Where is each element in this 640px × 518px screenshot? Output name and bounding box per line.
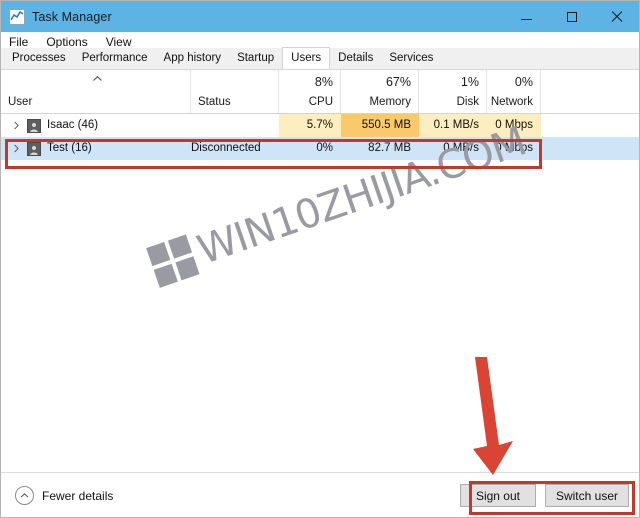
chevron-up-icon [20,493,29,498]
table-row[interactable]: Test (16) Disconnected 0% 82.7 MB 0 MB/s… [1,137,639,160]
row-cpu: 5.7% [279,114,341,137]
maximize-button[interactable] [549,1,594,32]
column-header-cpu-label: CPU [308,96,333,108]
column-header-user[interactable]: User [1,70,191,113]
column-header-user-label: User [8,96,33,108]
row-disk: 0.1 MB/s [419,114,487,137]
window-title: Task Manager [32,9,112,24]
column-header-network-label: Network [490,96,533,108]
row-disk-value: 0 MB/s [443,142,479,154]
row-memory: 550.5 MB [341,114,419,137]
close-button[interactable] [594,1,639,32]
column-header-disk[interactable]: 1% Disk [419,70,487,113]
row-memory-value: 550.5 MB [361,119,411,131]
user-account-icon [27,119,41,133]
tab-strip: Processes Performance App history Startu… [1,47,639,70]
fewer-details-label: Fewer details [42,489,113,503]
window-controls [504,1,639,32]
row-disk: 0 MB/s [419,137,487,160]
network-total-percent: 0% [514,75,533,89]
row-user-name: Test (16) [47,142,92,154]
tab-users[interactable]: Users [282,47,331,69]
row-cpu: 0% [279,137,341,160]
close-icon [611,11,623,23]
minimize-icon [521,18,532,20]
maximize-icon [566,11,577,22]
user-account-icon [27,142,41,156]
column-header-cpu[interactable]: 8% CPU [279,70,341,113]
user-account-glyph [30,146,38,155]
row-status: Disconnected [191,142,261,154]
row-disk-value: 0.1 MB/s [433,119,479,131]
task-manager-window: Task Manager File Options View Processes… [0,0,640,518]
column-header-network[interactable]: 0% Network [487,70,541,113]
users-table: User Status 8% CPU 67% Memory 1% Disk 0%… [1,70,639,473]
row-network-value: 0 Mbps [495,119,533,131]
switch-user-button[interactable]: Switch user [544,484,629,507]
row-memory-value: 82.7 MB [368,142,411,154]
column-header-disk-label: Disk [456,96,479,108]
chevron-right-icon [13,144,19,153]
row-expander[interactable] [9,114,23,137]
row-expander[interactable] [9,137,23,160]
footer-buttons: Sign out Switch user [459,484,629,507]
cpu-total-percent: 8% [314,75,333,89]
row-network: 0 Mbps [487,114,541,137]
row-status [191,114,279,137]
tab-details[interactable]: Details [330,48,382,69]
tab-performance[interactable]: Performance [73,48,156,69]
chevron-up-circle-icon [15,486,34,505]
user-account-glyph [30,123,38,132]
row-memory: 82.7 MB [341,137,419,160]
disk-total-percent: 1% [460,75,479,89]
column-header-status-label: Status [198,96,231,108]
task-manager-chart-icon [9,8,25,25]
table-row[interactable]: Isaac (46) 5.7% 550.5 MB 0.1 MB/s 0 Mbps [1,114,639,137]
column-header-memory[interactable]: 67% Memory [341,70,419,113]
chevron-up-icon [93,76,102,81]
tab-startup[interactable]: Startup [229,48,283,69]
tab-app-history[interactable]: App history [155,48,230,69]
fewer-details-button[interactable]: Fewer details [15,486,113,505]
row-network: 0 Mbps [487,137,541,160]
title-bar: Task Manager [1,1,639,32]
chevron-right-icon [13,121,19,130]
table-header-row: User Status 8% CPU 67% Memory 1% Disk 0%… [1,70,639,114]
sign-out-button[interactable]: Sign out [459,484,536,507]
footer-bar: Fewer details Sign out Switch user [1,472,639,517]
tab-services[interactable]: Services [381,48,442,69]
row-cpu-value: 5.7% [306,119,333,131]
chart-icon-glyph [11,10,23,20]
memory-total-percent: 67% [385,75,411,89]
row-cpu-value: 0% [316,142,333,154]
column-header-memory-label: Memory [369,96,411,108]
tab-processes[interactable]: Processes [4,48,74,69]
row-network-value: 0 Mbps [495,142,533,154]
minimize-button[interactable] [504,1,549,32]
row-user-name: Isaac (46) [47,119,99,131]
fewer-details-text: Fewer details [42,488,114,503]
column-header-status[interactable]: Status [191,70,279,113]
